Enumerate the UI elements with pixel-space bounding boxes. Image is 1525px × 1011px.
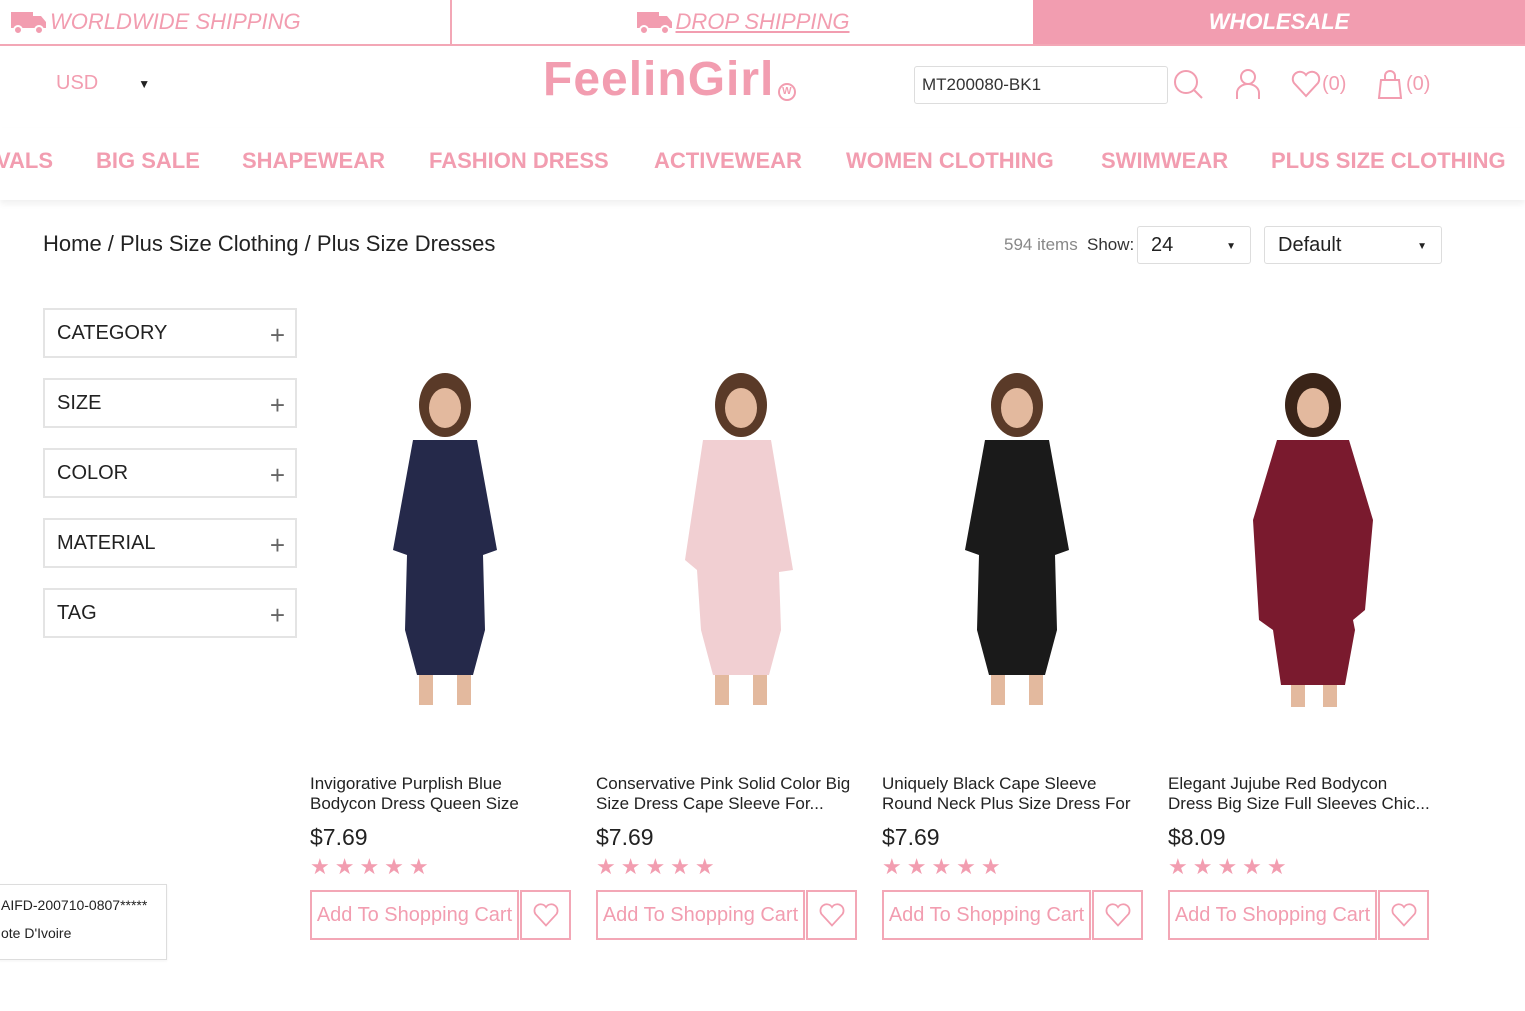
rating-stars: ★★★★★ — [882, 854, 1006, 879]
add-to-wishlist-button[interactable] — [1092, 890, 1143, 940]
currency-value: USD — [56, 72, 99, 94]
wholesale-link[interactable]: WHOLESALE — [1033, 0, 1525, 44]
wishlist-button[interactable]: (0) — [1290, 68, 1346, 100]
currency-selector[interactable]: USD ▼ — [56, 72, 150, 95]
rating-stars: ★★★★★ — [310, 854, 434, 879]
product-title[interactable]: Elegant Jujube Red Bodycon Dress Big Siz… — [1168, 774, 1430, 814]
plus-icon: + — [269, 530, 285, 560]
search-input[interactable] — [914, 66, 1168, 104]
caret-down-icon: ▼ — [1226, 241, 1236, 252]
nav-item-shapewear[interactable]: SHAPEWEAR — [242, 148, 385, 174]
filter-size[interactable]: SIZE + — [43, 378, 297, 428]
shopping-bag-icon — [1377, 70, 1403, 99]
registered-mark: W — [778, 83, 797, 101]
drop-shipping-label: DROP SHIPPING — [675, 9, 850, 34]
product-price: $7.69 — [882, 824, 940, 850]
worldwide-shipping-label: WORLDWIDE SHIPPING — [50, 9, 301, 34]
nav-item-activewear[interactable]: ACTIVEWEAR — [654, 148, 802, 174]
add-to-wishlist-button[interactable] — [520, 890, 571, 940]
heart-icon — [819, 903, 844, 927]
filter-label: SIZE — [57, 391, 102, 414]
caret-down-icon: ▼ — [1417, 241, 1427, 252]
truck-icon — [636, 12, 672, 35]
wishlist-count: (0) — [1322, 72, 1347, 95]
search-icon — [1174, 70, 1203, 99]
heart-icon — [533, 903, 558, 927]
rating-stars: ★★★★★ — [1168, 854, 1292, 879]
popup-order-id: AIFD-200710-0807***** — [1, 897, 148, 913]
per-page-value: 24 — [1151, 233, 1174, 256]
filter-label: CATEGORY — [57, 321, 168, 344]
nav-item-big-sale[interactable]: BIG SALE — [96, 148, 200, 174]
main-nav: VALS BIG SALE SHAPEWEAR FASHION DRESS AC… — [0, 128, 1525, 200]
cart-count: (0) — [1406, 72, 1431, 95]
nav-item-women-clothing[interactable]: WOMEN CLOTHING — [846, 148, 1054, 174]
filter-tag[interactable]: TAG + — [43, 588, 297, 638]
nav-item-vals[interactable]: VALS — [0, 148, 53, 174]
plus-icon: + — [269, 320, 285, 350]
add-to-cart-button[interactable]: Add To Shopping Cart — [596, 890, 805, 940]
filter-category[interactable]: CATEGORY + — [43, 308, 297, 358]
nav-item-swimwear[interactable]: SWIMWEAR — [1101, 148, 1228, 174]
caret-down-icon: ▼ — [138, 76, 151, 91]
product-image[interactable] — [345, 360, 545, 710]
add-to-cart-button[interactable]: Add To Shopping Cart — [310, 890, 519, 940]
filter-color[interactable]: COLOR + — [43, 448, 297, 498]
items-count: 594 items — [1004, 235, 1078, 254]
filter-material[interactable]: MATERIAL + — [43, 518, 297, 568]
product-title[interactable]: Invigorative Purplish Blue Bodycon Dress… — [310, 774, 572, 814]
logo-text: FeelinGirl — [543, 53, 775, 106]
breadcrumb[interactable]: Home / Plus Size Clothing / Plus Size Dr… — [43, 231, 495, 257]
product-price: $7.69 — [596, 824, 654, 850]
plus-icon: + — [269, 600, 285, 630]
heart-icon — [1105, 903, 1130, 927]
rating-stars: ★★★★★ — [596, 854, 720, 879]
add-to-wishlist-button[interactable] — [1378, 890, 1429, 940]
truck-icon — [11, 12, 46, 35]
worldwide-shipping-link[interactable]: WORLDWIDE SHIPPING — [0, 0, 452, 44]
product-price: $7.69 — [310, 824, 368, 850]
filter-label: MATERIAL — [57, 531, 156, 554]
recent-order-popup[interactable]: AIFD-200710-0807***** ote D'Ivoire — [0, 884, 167, 960]
nav-item-plus-size-clothing[interactable]: PLUS SIZE CLOTHING — [1271, 148, 1506, 174]
add-to-cart-button[interactable]: Add To Shopping Cart — [1168, 890, 1377, 940]
plus-icon: + — [269, 390, 285, 420]
heart-icon — [1291, 70, 1321, 98]
plus-icon: + — [269, 460, 285, 490]
add-to-cart-button[interactable]: Add To Shopping Cart — [882, 890, 1091, 940]
wholesale-label: WHOLESALE — [1208, 9, 1350, 34]
user-icon — [1236, 69, 1260, 99]
sort-value: Default — [1278, 233, 1342, 256]
filter-label: COLOR — [57, 461, 129, 484]
per-page-select[interactable]: 24 ▼ — [1137, 226, 1251, 264]
show-label: Show: — [1087, 235, 1135, 254]
product-image[interactable] — [631, 360, 831, 710]
product-image[interactable] — [917, 360, 1117, 710]
popup-country: ote D'Ivoire — [1, 925, 72, 941]
heart-icon — [1391, 903, 1416, 927]
top-banner: WORLDWIDE SHIPPING DROP SHIPPING WHOLESA… — [0, 0, 1525, 46]
nav-item-fashion-dress[interactable]: FASHION DRESS — [429, 148, 609, 174]
drop-shipping-link[interactable]: DROP SHIPPING — [452, 0, 1033, 44]
search-button[interactable] — [1172, 68, 1204, 100]
site-logo[interactable]: FeelinGirl W — [543, 52, 797, 107]
sort-select[interactable]: Default ▼ — [1264, 226, 1442, 264]
cart-button[interactable]: (0) — [1374, 68, 1430, 100]
account-button[interactable] — [1232, 68, 1264, 100]
product-price: $8.09 — [1168, 824, 1226, 850]
add-to-wishlist-button[interactable] — [806, 890, 857, 940]
filter-label: TAG — [57, 601, 97, 624]
product-image[interactable] — [1203, 360, 1403, 710]
product-title[interactable]: Uniquely Black Cape Sleeve Round Neck Pl… — [882, 774, 1144, 814]
product-title[interactable]: Conservative Pink Solid Color Big Size D… — [596, 774, 858, 814]
